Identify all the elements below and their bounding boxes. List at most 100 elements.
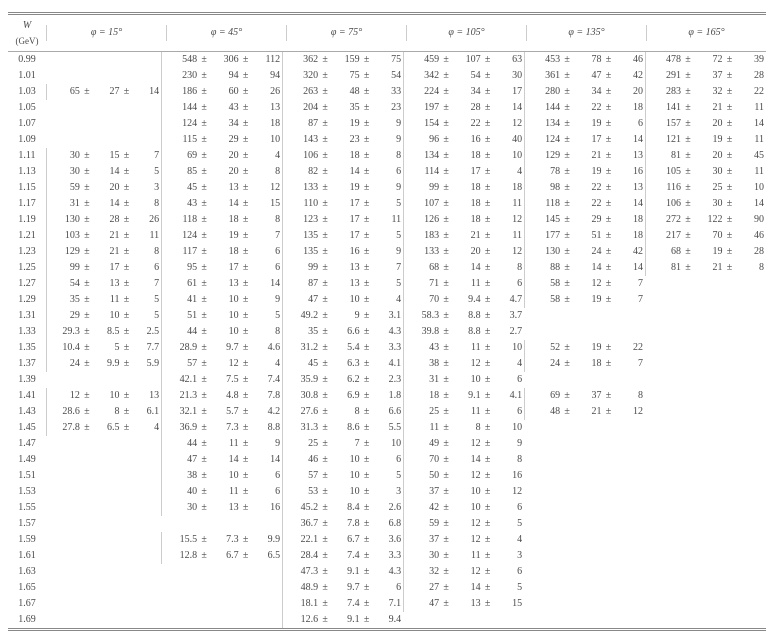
err1: 18 — [211, 212, 238, 228]
value: 186 — [164, 84, 197, 100]
table-row: 1.23129±21±8117±18±6135±16±9133±20±12130… — [8, 244, 766, 260]
plus-minus: ± — [360, 452, 374, 468]
cell: 118±18±8 — [161, 212, 282, 228]
cell: 105±30±11 — [645, 164, 766, 180]
cell: 18.1±7.4±7.1 — [282, 596, 403, 612]
plus-minus: ± — [80, 164, 94, 180]
err2: 4.2 — [253, 404, 280, 420]
plus-minus: ± — [197, 196, 211, 212]
plus-minus: ± — [360, 132, 374, 148]
value: 118 — [164, 212, 197, 228]
err2: 7.4 — [253, 372, 280, 388]
err2: 4.3 — [374, 564, 401, 580]
value: 35 — [285, 324, 318, 340]
cell: 459±107±63 — [403, 52, 524, 68]
cell: 144±22±18 — [524, 100, 645, 116]
w-value: 1.49 — [8, 452, 46, 468]
err2: 12 — [495, 212, 522, 228]
cell: 10.4±5±7.7 — [46, 340, 161, 356]
err2: 40 — [495, 132, 522, 148]
cell: 320±75±54 — [282, 68, 403, 84]
table-row: 1.3942.1±7.5±7.435.9±6.2±2.331±10±6 — [8, 372, 766, 388]
err1: 10 — [94, 388, 120, 404]
plus-minus: ± — [239, 228, 253, 244]
plus-minus: ± — [723, 132, 737, 148]
cell: 291±37±28 — [645, 68, 766, 84]
value: 59 — [49, 180, 80, 196]
plus-minus: ± — [439, 356, 453, 372]
plus-minus: ± — [318, 212, 332, 228]
err1: 12 — [453, 436, 480, 452]
cell: 49.2±9±3.1 — [282, 308, 403, 324]
plus-minus: ± — [439, 180, 453, 196]
cell: 87±19±9 — [282, 116, 403, 132]
plus-minus: ± — [481, 500, 495, 516]
plus-minus: ± — [119, 388, 133, 404]
phi-header-135: φ = 135° — [526, 25, 646, 41]
err1: 8.4 — [332, 500, 359, 516]
plus-minus: ± — [239, 340, 253, 356]
value: 70 — [406, 292, 439, 308]
plus-minus: ± — [80, 388, 94, 404]
plus-minus: ± — [239, 244, 253, 260]
cell: 47.3±9.1±4.3 — [282, 564, 403, 580]
value: 103 — [49, 228, 80, 244]
cell: 361±47±42 — [524, 68, 645, 84]
value: 24 — [527, 356, 560, 372]
plus-minus: ± — [197, 228, 211, 244]
err1: 14 — [332, 164, 359, 180]
err2: 94 — [253, 68, 280, 84]
plus-minus: ± — [481, 276, 495, 292]
err2: 5 — [374, 228, 401, 244]
plus-minus: ± — [439, 116, 453, 132]
err1: 18 — [332, 148, 359, 164]
plus-minus: ± — [360, 340, 374, 356]
cell: 96±16±40 — [403, 132, 524, 148]
table-row: 1.2754±13±761±13±1487±13±571±11±658±12±7 — [8, 276, 766, 292]
err1: 51 — [574, 228, 601, 244]
value: 78 — [527, 164, 560, 180]
value: 18 — [406, 388, 439, 404]
plus-minus: ± — [360, 260, 374, 276]
plus-minus: ± — [439, 68, 453, 84]
plus-minus: ± — [602, 244, 616, 260]
err2: 14 — [616, 132, 643, 148]
plus-minus: ± — [439, 324, 453, 340]
cell: 27±14±5 — [403, 580, 524, 596]
plus-minus: ± — [239, 196, 253, 212]
err2: 14 — [616, 196, 643, 212]
err1: 21 — [94, 244, 120, 260]
plus-minus: ± — [197, 244, 211, 260]
plus-minus: ± — [439, 436, 453, 452]
plus-minus: ± — [80, 148, 94, 164]
plus-minus: ± — [239, 484, 253, 500]
plus-minus: ± — [360, 420, 374, 436]
value: 99 — [285, 260, 318, 276]
w-value: 1.43 — [8, 404, 46, 420]
err2: 14 — [495, 100, 522, 116]
plus-minus: ± — [481, 164, 495, 180]
err2: 4.3 — [374, 324, 401, 340]
err2: 8 — [253, 212, 280, 228]
err2: 42 — [616, 244, 643, 260]
err2: 6 — [495, 404, 522, 420]
value: 157 — [648, 116, 681, 132]
cell: 130±24±42 — [524, 244, 645, 260]
err1: 11 — [453, 548, 480, 564]
cell: 141±21±11 — [645, 100, 766, 116]
err1: 19 — [574, 116, 601, 132]
cell: 110±17±5 — [282, 196, 403, 212]
plus-minus: ± — [723, 84, 737, 100]
cell: 57±10±5 — [282, 468, 403, 484]
err2: 26 — [253, 84, 280, 100]
value: 135 — [285, 244, 318, 260]
cell: 30.8±6.9±1.8 — [282, 388, 403, 404]
err1: 34 — [211, 116, 238, 132]
err2: 46 — [737, 228, 764, 244]
value: 69 — [527, 388, 560, 404]
plus-minus: ± — [439, 372, 453, 388]
cell: 35±6.6±4.3 — [282, 324, 403, 340]
err2: 28 — [737, 244, 764, 260]
err1: 17 — [94, 260, 120, 276]
table-row: 1.6912.6±9.1±9.4 — [8, 612, 766, 628]
